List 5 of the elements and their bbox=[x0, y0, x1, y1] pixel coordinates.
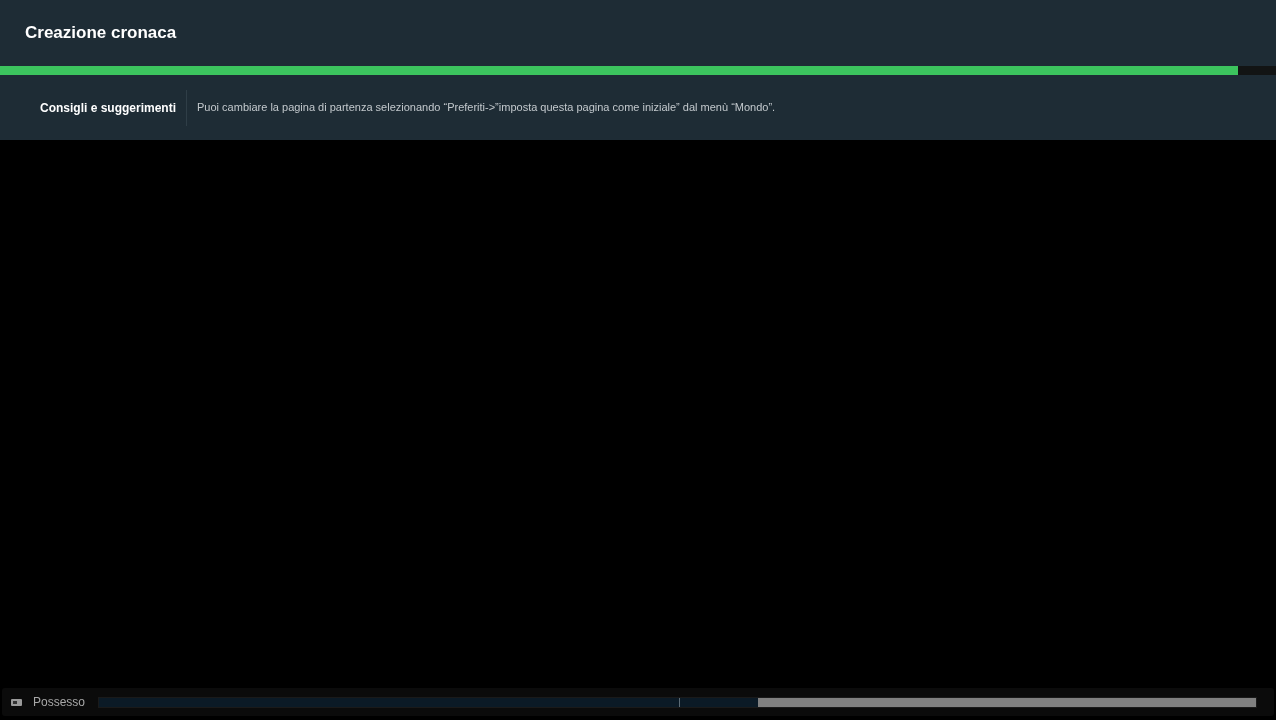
tip-text: Puoi cambiare la pagina di partenza selezionando “Preferiti->”imposta questa pagina come iniziale” dal menù “Mondo”. bbox=[196, 100, 776, 116]
status-label: Possesso bbox=[33, 694, 87, 711]
tips-label: Consigli e suggerimenti bbox=[39, 99, 178, 117]
window-title: Creazione cronaca bbox=[25, 22, 177, 45]
resource-icon bbox=[11, 698, 22, 706]
